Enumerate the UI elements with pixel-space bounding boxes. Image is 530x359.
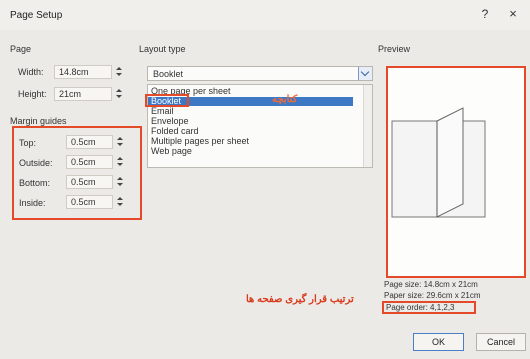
height-label: Height: xyxy=(18,89,47,99)
inside-margin-spinner[interactable] xyxy=(115,195,126,209)
outside-margin-label: Outside: xyxy=(19,158,53,168)
page-order-annotation: ترتیب قرار گیری صفحه ها xyxy=(246,294,354,305)
inside-margin-field[interactable]: 0.5cm xyxy=(66,195,123,209)
top-margin-spinner[interactable] xyxy=(115,135,126,149)
top-margin-field[interactable]: 0.5cm xyxy=(66,135,123,149)
up-arrow-icon xyxy=(117,197,123,200)
width-spinner[interactable] xyxy=(114,65,125,79)
paper-size-info: Paper size: 29.6cm x 21cm xyxy=(384,291,481,300)
height-field[interactable]: 21cm xyxy=(54,87,122,101)
list-scrollbar[interactable] xyxy=(363,85,372,167)
layout-type-selected: Booklet xyxy=(153,69,184,79)
outside-margin-value: 0.5cm xyxy=(71,157,96,167)
ok-button[interactable]: OK xyxy=(413,333,464,351)
inside-margin-value: 0.5cm xyxy=(71,197,96,207)
outside-margin-spinner[interactable] xyxy=(115,155,126,169)
down-arrow-icon xyxy=(116,73,122,76)
outside-margin-field[interactable]: 0.5cm xyxy=(66,155,123,169)
down-arrow-icon xyxy=(117,143,123,146)
layout-type-label: Layout type xyxy=(139,44,186,54)
inside-margin-label: Inside: xyxy=(19,198,46,208)
booklet-preview-illustration xyxy=(391,107,486,218)
up-arrow-icon xyxy=(117,137,123,140)
width-field[interactable]: 14.8cm xyxy=(54,65,122,79)
chevron-down-icon xyxy=(360,67,370,77)
booklet-annotation: کتابچه xyxy=(272,94,298,105)
page-order-info: Page order: 4,1,2,3 xyxy=(386,303,455,312)
down-arrow-icon xyxy=(116,95,122,98)
cancel-button[interactable]: Cancel xyxy=(476,333,526,351)
list-item[interactable]: Folded card xyxy=(151,127,199,136)
height-value: 21cm xyxy=(59,89,82,99)
layout-type-select[interactable]: Booklet xyxy=(147,66,373,81)
height-spinner[interactable] xyxy=(114,87,125,101)
width-value: 14.8cm xyxy=(59,67,89,77)
page-size-info: Page size: 14.8cm x 21cm xyxy=(384,280,478,289)
preview-pane xyxy=(386,66,526,278)
title-bar: Page Setup ? × xyxy=(0,0,530,30)
up-arrow-icon xyxy=(116,67,122,70)
down-arrow-icon xyxy=(117,203,123,206)
dropdown-arrow-button[interactable] xyxy=(358,67,372,80)
list-item[interactable]: Email xyxy=(151,107,174,116)
close-button[interactable]: × xyxy=(505,6,521,22)
down-arrow-icon xyxy=(117,163,123,166)
bottom-margin-value: 0.5cm xyxy=(71,177,96,187)
down-arrow-icon xyxy=(117,183,123,186)
up-arrow-icon xyxy=(117,177,123,180)
bottom-margin-label: Bottom: xyxy=(19,178,51,188)
top-margin-value: 0.5cm xyxy=(71,137,96,147)
list-item[interactable]: Web page xyxy=(151,147,192,156)
margin-guides-label: Margin guides xyxy=(10,116,67,126)
page-section-label: Page xyxy=(10,44,32,54)
list-item[interactable]: Multiple pages per sheet xyxy=(151,137,249,146)
list-item[interactable]: Envelope xyxy=(151,117,189,126)
help-button[interactable]: ? xyxy=(478,7,492,23)
bottom-margin-field[interactable]: 0.5cm xyxy=(66,175,123,189)
preview-label: Preview xyxy=(378,44,411,54)
up-arrow-icon xyxy=(116,89,122,92)
top-margin-label: Top: xyxy=(19,138,37,148)
dialog-title: Page Setup xyxy=(10,10,63,21)
bottom-margin-spinner[interactable] xyxy=(115,175,126,189)
up-arrow-icon xyxy=(117,157,123,160)
width-label: Width: xyxy=(18,67,44,77)
booklet-highlight xyxy=(145,94,189,107)
